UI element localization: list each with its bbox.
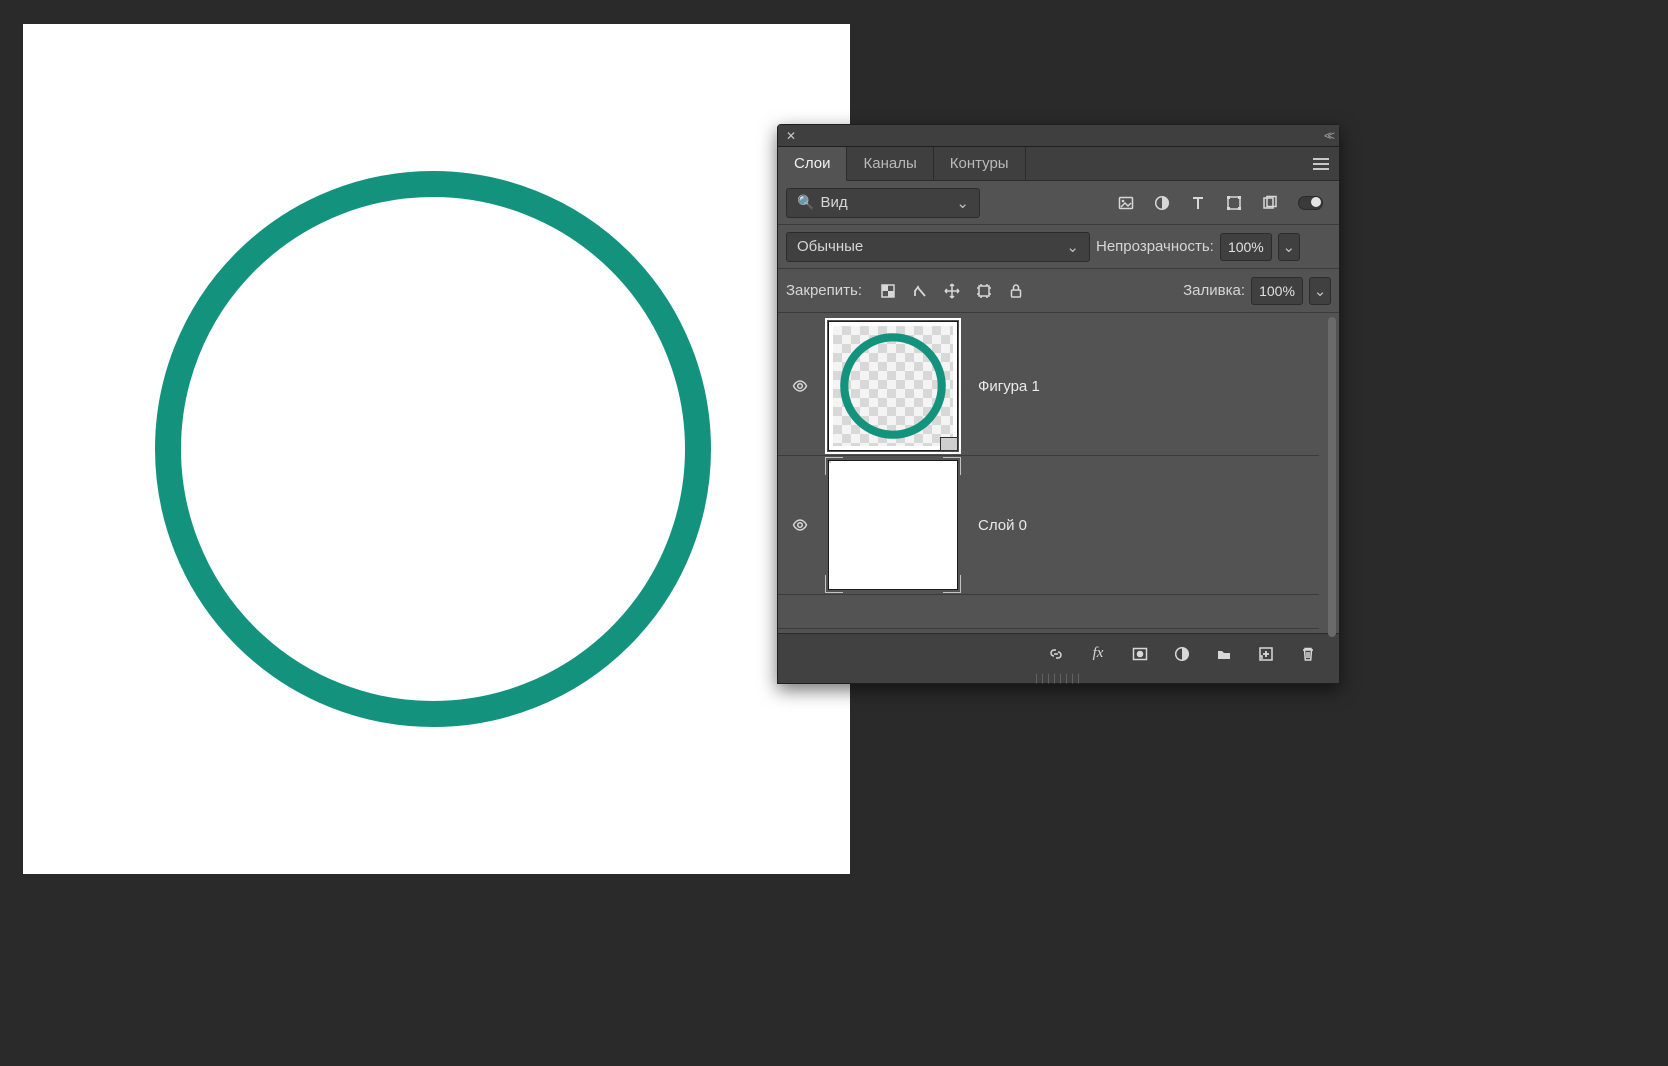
search-icon: 🔍 [797, 194, 814, 211]
fill-value[interactable]: 100% [1251, 277, 1303, 305]
filter-adjustment-icon[interactable] [1154, 195, 1170, 211]
lock-row: Закрепить: Заливка: 100% ⌄ [778, 269, 1339, 313]
chevron-down-icon: ⌄ [1066, 238, 1079, 256]
panel-titlebar[interactable]: ✕ << [778, 125, 1339, 147]
filter-shape-icon[interactable] [1226, 195, 1242, 211]
lock-all-icon[interactable] [1008, 283, 1024, 299]
tab-layers[interactable]: Слои [778, 147, 847, 181]
panel-tab-strip: Слои Каналы Контуры [778, 147, 1339, 181]
layer-filter-row: 🔍 Вид ⌄ [778, 181, 1339, 225]
filter-smartobject-icon[interactable] [1262, 195, 1278, 211]
fill-stepper[interactable]: ⌄ [1309, 277, 1331, 305]
layer-scrollbar[interactable] [1328, 317, 1336, 637]
panel-resize-grip[interactable]: ││││││││ [778, 673, 1339, 683]
layer-style-icon[interactable]: fx [1089, 645, 1107, 663]
blend-row: Обычные ⌄ Непрозрачность: 100% ⌄ [778, 225, 1339, 269]
layer-list-empty-row [778, 595, 1319, 629]
link-layers-icon[interactable] [1047, 645, 1065, 663]
lock-transparency-icon[interactable] [880, 283, 896, 299]
blend-mode-dropdown[interactable]: Обычные ⌄ [786, 232, 1090, 262]
fill-label: Заливка: [1183, 282, 1245, 299]
filter-type-icon[interactable] [1190, 195, 1206, 211]
lock-artboard-icon[interactable] [976, 283, 992, 299]
new-layer-icon[interactable] [1257, 645, 1275, 663]
layers-panel: ✕ << Слои Каналы Контуры 🔍 Вид ⌄ [777, 124, 1340, 684]
blend-mode-value: Обычные [797, 238, 863, 255]
layer-list: Фигура 1 Слой 0 [778, 313, 1339, 633]
shape-badge-icon [940, 437, 958, 451]
hamburger-icon [1313, 163, 1329, 165]
filter-pixel-icon[interactable] [1118, 195, 1134, 211]
filter-kind-dropdown[interactable]: 🔍 Вид ⌄ [786, 188, 980, 218]
chevron-down-icon: ⌄ [956, 194, 969, 212]
tab-channels[interactable]: Каналы [847, 147, 933, 180]
shape-circle[interactable] [23, 24, 850, 874]
filter-toggle[interactable] [1298, 196, 1323, 210]
layer-row-background[interactable]: Слой 0 [778, 456, 1319, 595]
tab-paths[interactable]: Контуры [934, 147, 1026, 180]
layer-thumbnail[interactable] [828, 321, 958, 451]
layer-name[interactable]: Фигура 1 [978, 378, 1040, 395]
opacity-label: Непрозрачность: [1096, 238, 1214, 255]
collapse-icon[interactable]: << [1324, 128, 1331, 143]
layer-thumbnail[interactable] [828, 460, 958, 590]
lock-position-icon[interactable] [944, 283, 960, 299]
new-group-icon[interactable] [1215, 645, 1233, 663]
panel-menu-button[interactable] [1307, 147, 1335, 180]
add-mask-icon[interactable] [1131, 645, 1149, 663]
document-canvas[interactable] [23, 24, 850, 874]
delete-layer-icon[interactable] [1299, 645, 1317, 663]
opacity-value[interactable]: 100% [1220, 233, 1272, 261]
layer-actions-bar: fx [778, 633, 1339, 673]
thumbnail-shape-icon [835, 328, 951, 444]
visibility-eye-icon[interactable] [792, 378, 808, 394]
filter-kind-label: Вид [820, 194, 847, 211]
layer-name[interactable]: Слой 0 [978, 517, 1027, 534]
lock-image-icon[interactable] [912, 283, 928, 299]
lock-label: Закрепить: [786, 282, 862, 299]
new-adjustment-icon[interactable] [1173, 645, 1191, 663]
filter-type-icons [1118, 195, 1331, 211]
layer-row-shape[interactable]: Фигура 1 [778, 317, 1319, 456]
visibility-eye-icon[interactable] [792, 517, 808, 533]
opacity-stepper[interactable]: ⌄ [1278, 233, 1300, 261]
close-icon[interactable]: ✕ [786, 129, 796, 143]
